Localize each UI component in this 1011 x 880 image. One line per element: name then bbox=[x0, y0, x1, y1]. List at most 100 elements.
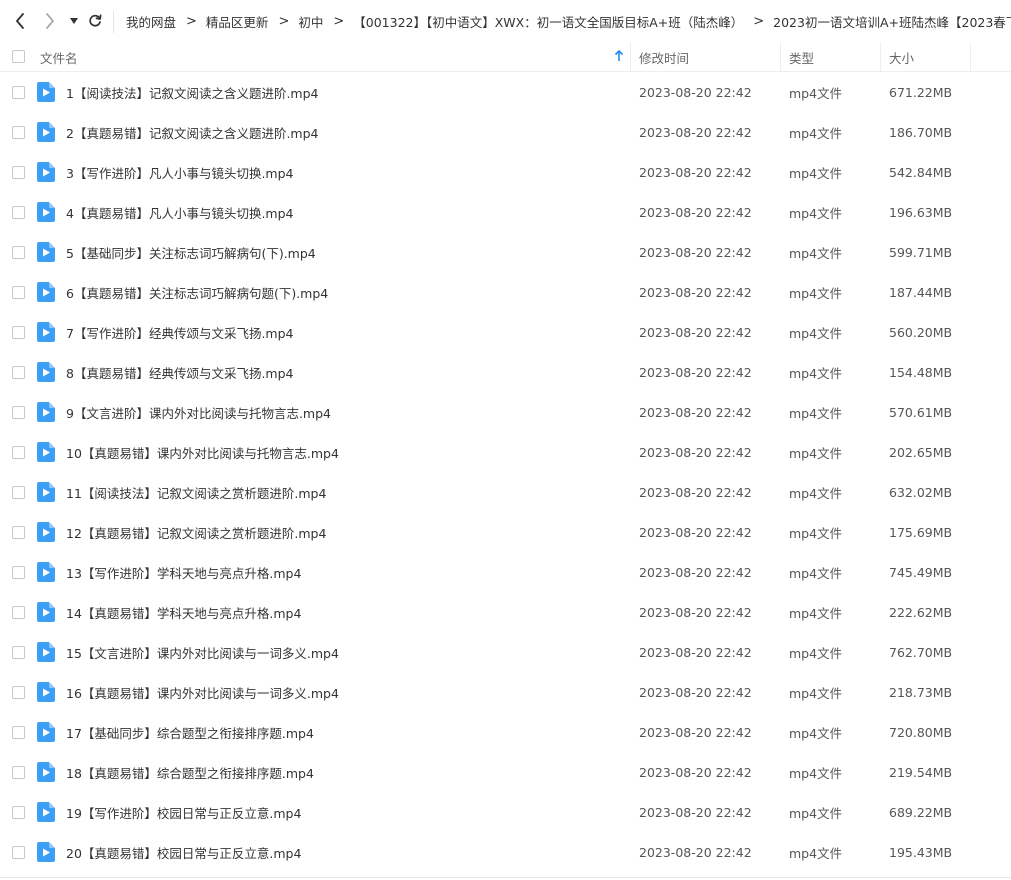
row-checkbox[interactable] bbox=[12, 726, 25, 739]
file-name[interactable]: 14【真题易错】学科天地与亮点升格.mp4 bbox=[66, 592, 301, 632]
row-checkbox[interactable] bbox=[12, 126, 25, 139]
row-checkbox[interactable] bbox=[12, 566, 25, 579]
column-header-size[interactable]: 大小 bbox=[889, 42, 914, 72]
row-checkbox[interactable] bbox=[12, 846, 25, 859]
row-checkbox[interactable] bbox=[12, 86, 25, 99]
chevron-right-icon bbox=[46, 13, 54, 29]
file-row[interactable]: 5【基础同步】关注标志词巧解病句(下).mp4 2023-08-20 22:42 m… bbox=[0, 232, 1011, 272]
row-checkbox[interactable] bbox=[12, 606, 25, 619]
file-row[interactable]: 17【基础同步】综合题型之衔接排序题.mp4 2023-08-20 22:42 mp… bbox=[0, 712, 1011, 752]
file-row[interactable]: 13【写作进阶】学科天地与亮点升格.mp4 2023-08-20 22:42 mp4… bbox=[0, 552, 1011, 592]
file-size: 671.22MB bbox=[889, 84, 953, 100]
column-header-type[interactable]: 类型 bbox=[789, 42, 814, 72]
column-divider[interactable] bbox=[780, 42, 781, 72]
file-name[interactable]: 11【阅读技法】记叙文阅读之赏析题进阶.mp4 bbox=[66, 472, 326, 512]
file-type: mp4文件 bbox=[789, 405, 843, 421]
row-checkbox[interactable] bbox=[12, 646, 25, 659]
navigation-bar: 我的网盘 > 精品区更新 > 初中 > 【001322】【初中语文】XWX：初一… bbox=[0, 0, 1011, 42]
file-row[interactable]: 19【写作进阶】校园日常与正反立意.mp4 2023-08-20 22:42 mp4… bbox=[0, 792, 1011, 832]
file-name[interactable]: 4【真题易错】凡人小事与镜头切换.mp4 bbox=[66, 192, 294, 232]
column-header-mtime[interactable]: 修改时间 bbox=[639, 42, 689, 72]
file-name[interactable]: 7【写作进阶】经典传颂与文采飞扬.mp4 bbox=[66, 312, 294, 352]
file-size: 542.84MB bbox=[889, 164, 953, 180]
file-type: mp4文件 bbox=[789, 765, 843, 781]
file-row[interactable]: 4【真题易错】凡人小事与镜头切换.mp4 2023-08-20 22:42 mp4文… bbox=[0, 192, 1011, 232]
file-row[interactable]: 20【真题易错】校园日常与正反立意.mp4 2023-08-20 22:42 mp4… bbox=[0, 832, 1011, 872]
breadcrumb-item-root[interactable]: 我的网盘 bbox=[126, 12, 176, 31]
file-modified-time: 2023-08-20 22:42 bbox=[639, 644, 752, 660]
file-row[interactable]: 10【真题易错】课内外对比阅读与托物言志.mp4 2023-08-20 22:42… bbox=[0, 432, 1011, 472]
file-type: mp4文件 bbox=[789, 125, 843, 141]
history-dropdown-button[interactable] bbox=[68, 11, 80, 31]
breadcrumb-item[interactable]: 【001322】【初中语文】XWX：初一语文全国版目标A+班（陆杰峰） bbox=[353, 12, 743, 31]
file-name[interactable]: 13【写作进阶】学科天地与亮点升格.mp4 bbox=[66, 552, 301, 592]
row-checkbox[interactable] bbox=[12, 166, 25, 179]
row-checkbox[interactable] bbox=[12, 406, 25, 419]
file-row[interactable]: 1【阅读技法】记叙文阅读之含义题进阶.mp4 2023-08-20 22:42 mp… bbox=[0, 72, 1011, 112]
file-type: mp4文件 bbox=[789, 525, 843, 541]
row-checkbox[interactable] bbox=[12, 446, 25, 459]
file-name[interactable]: 19【写作进阶】校园日常与正反立意.mp4 bbox=[66, 792, 301, 832]
file-name[interactable]: 2【真题易错】记叙文阅读之含义题进阶.mp4 bbox=[66, 112, 319, 152]
breadcrumb-item[interactable]: 精品区更新 bbox=[206, 12, 269, 31]
file-row[interactable]: 3【写作进阶】凡人小事与镜头切换.mp4 2023-08-20 22:42 mp4文… bbox=[0, 152, 1011, 192]
file-row[interactable]: 14【真题易错】学科天地与亮点升格.mp4 2023-08-20 22:42 mp4… bbox=[0, 592, 1011, 632]
file-type: mp4文件 bbox=[789, 285, 843, 301]
column-divider[interactable] bbox=[970, 42, 971, 72]
row-checkbox[interactable] bbox=[12, 366, 25, 379]
file-modified-time: 2023-08-20 22:42 bbox=[639, 444, 752, 460]
file-row[interactable]: 12【真题易错】记叙文阅读之赏析题进阶.mp4 2023-08-20 22:42 m… bbox=[0, 512, 1011, 552]
row-checkbox[interactable] bbox=[12, 766, 25, 779]
breadcrumb-item[interactable]: 初中 bbox=[298, 12, 323, 31]
row-checkbox[interactable] bbox=[12, 686, 25, 699]
file-row[interactable]: 11【阅读技法】记叙文阅读之赏析题进阶.mp4 2023-08-20 22:42 m… bbox=[0, 472, 1011, 512]
file-name[interactable]: 10【真题易错】课内外对比阅读与托物言志.mp4 bbox=[66, 432, 339, 472]
caret-down-icon bbox=[70, 18, 78, 24]
row-checkbox[interactable] bbox=[12, 526, 25, 539]
file-type: mp4文件 bbox=[789, 165, 843, 181]
file-name[interactable]: 6【真题易错】关注标志词巧解病句题(下).mp4 bbox=[66, 272, 328, 312]
file-name[interactable]: 15【文言进阶】课内外对比阅读与一词多义.mp4 bbox=[66, 632, 339, 672]
file-row[interactable]: 15【文言进阶】课内外对比阅读与一词多义.mp4 2023-08-20 22:42… bbox=[0, 632, 1011, 672]
file-row[interactable]: 16【真题易错】课内外对比阅读与一词多义.mp4 2023-08-20 22:42… bbox=[0, 672, 1011, 712]
file-row[interactable]: 8【真题易错】经典传颂与文采飞扬.mp4 2023-08-20 22:42 mp4文… bbox=[0, 352, 1011, 392]
column-header-name[interactable]: 文件名 bbox=[40, 42, 78, 72]
file-name[interactable]: 9【文言进阶】课内外对比阅读与托物言志.mp4 bbox=[66, 392, 331, 432]
sort-ascending-icon[interactable] bbox=[614, 50, 624, 62]
list-bottom-border bbox=[0, 877, 1011, 878]
file-row[interactable]: 2【真题易错】记叙文阅读之含义题进阶.mp4 2023-08-20 22:42 mp… bbox=[0, 112, 1011, 152]
row-checkbox[interactable] bbox=[12, 326, 25, 339]
file-name[interactable]: 12【真题易错】记叙文阅读之赏析题进阶.mp4 bbox=[66, 512, 326, 552]
file-name[interactable]: 17【基础同步】综合题型之衔接排序题.mp4 bbox=[66, 712, 314, 752]
row-checkbox[interactable] bbox=[12, 486, 25, 499]
breadcrumb-item-current[interactable]: 2023初一语文培训A+班陆杰峰【2023春下】 bbox=[773, 12, 1011, 31]
file-name[interactable]: 5【基础同步】关注标志词巧解病句(下).mp4 bbox=[66, 232, 316, 272]
file-type: mp4文件 bbox=[789, 645, 843, 661]
file-name[interactable]: 3【写作进阶】凡人小事与镜头切换.mp4 bbox=[66, 152, 294, 192]
back-button[interactable] bbox=[12, 11, 28, 31]
row-checkbox[interactable] bbox=[12, 806, 25, 819]
row-checkbox[interactable] bbox=[12, 246, 25, 259]
row-checkbox[interactable] bbox=[12, 286, 25, 299]
file-name[interactable]: 16【真题易错】课内外对比阅读与一词多义.mp4 bbox=[66, 672, 339, 712]
breadcrumb-separator-icon: > bbox=[753, 13, 765, 29]
select-all-checkbox[interactable] bbox=[12, 50, 25, 63]
file-size: 599.71MB bbox=[889, 244, 953, 260]
file-row[interactable]: 9【文言进阶】课内外对比阅读与托物言志.mp4 2023-08-20 22:42 m… bbox=[0, 392, 1011, 432]
video-file-icon bbox=[37, 282, 55, 302]
file-row[interactable]: 7【写作进阶】经典传颂与文采飞扬.mp4 2023-08-20 22:42 mp4文… bbox=[0, 312, 1011, 352]
file-row[interactable]: 18【真题易错】综合题型之衔接排序题.mp4 2023-08-20 22:42 mp… bbox=[0, 752, 1011, 792]
refresh-button[interactable] bbox=[87, 11, 103, 31]
file-name[interactable]: 8【真题易错】经典传颂与文采飞扬.mp4 bbox=[66, 352, 294, 392]
column-divider[interactable] bbox=[880, 42, 881, 72]
file-row[interactable]: 6【真题易错】关注标志词巧解病句题(下).mp4 2023-08-20 22:42… bbox=[0, 272, 1011, 312]
file-size: 195.43MB bbox=[889, 844, 953, 860]
breadcrumb-separator-icon: > bbox=[186, 13, 197, 29]
file-name[interactable]: 20【真题易错】校园日常与正反立意.mp4 bbox=[66, 832, 301, 872]
file-modified-time: 2023-08-20 22:42 bbox=[639, 284, 752, 300]
forward-button[interactable] bbox=[42, 11, 58, 31]
file-name[interactable]: 18【真题易错】综合题型之衔接排序题.mp4 bbox=[66, 752, 314, 792]
column-divider[interactable] bbox=[630, 42, 631, 72]
row-checkbox[interactable] bbox=[12, 206, 25, 219]
file-name[interactable]: 1【阅读技法】记叙文阅读之含义题进阶.mp4 bbox=[66, 72, 319, 112]
